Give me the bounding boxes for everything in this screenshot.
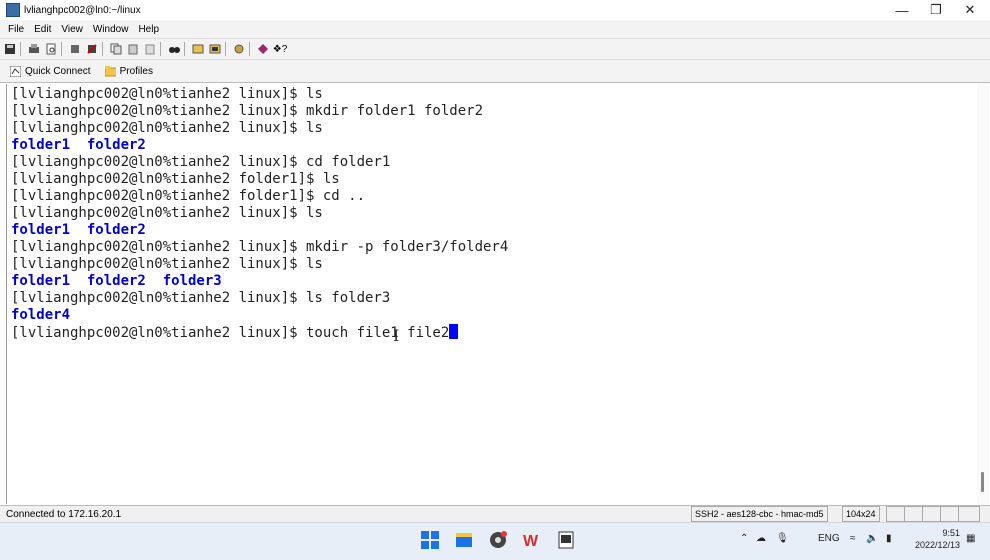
terminal-line: [lvlianghpc002@ln0%tianhe2 folder1]$ ls xyxy=(11,171,340,187)
window-title: lvlianghpc002@ln0:~/linux xyxy=(24,4,141,16)
show-hidden-icons-icon[interactable]: ⌃ xyxy=(740,533,748,544)
maximize-button[interactable]: ❐ xyxy=(918,0,954,20)
wps-office-icon[interactable]: W xyxy=(522,530,542,550)
toolbar-separator xyxy=(184,42,185,56)
menu-file[interactable]: File xyxy=(8,24,24,35)
securecrt-app-icon xyxy=(6,3,20,17)
close-button[interactable]: ✕ xyxy=(952,0,988,20)
sftp-icon[interactable] xyxy=(191,42,205,56)
terminal-cursor xyxy=(449,324,459,339)
volume-icon[interactable]: 🔈 xyxy=(866,533,878,544)
profiles-label: Profiles xyxy=(119,65,153,77)
svg-text:W: W xyxy=(523,533,539,550)
terminal-line: [lvlianghpc002@ln0%tianhe2 linux]$ ls xyxy=(11,86,323,102)
status-cell xyxy=(958,506,980,522)
toolbar-separator xyxy=(160,42,161,56)
save-icon[interactable] xyxy=(3,42,17,56)
print-preview-icon[interactable] xyxy=(44,42,58,56)
text-cursor-icon: I xyxy=(393,326,400,345)
battery-icon[interactable]: ▮ xyxy=(886,533,892,544)
terminal-line: [lvlianghpc002@ln0%tianhe2 linux]$ ls xyxy=(11,256,323,272)
terminal-line: [lvlianghpc002@ln0%tianhe2 linux]$ ls xyxy=(11,120,323,136)
clock[interactable]: 9:51 2022/12/13 xyxy=(910,527,960,551)
cipher-status: SSH2 - aes128-cbc - hmac-md5 xyxy=(691,506,828,522)
terminal-line: [lvlianghpc002@ln0%tianhe2 linux]$ cd fo… xyxy=(11,154,391,170)
minimize-button[interactable]: — xyxy=(884,0,920,20)
securecrt-taskbar-icon[interactable] xyxy=(556,530,576,550)
toolbar-separator xyxy=(61,42,62,56)
folder-icon xyxy=(104,65,116,76)
find-icon[interactable] xyxy=(167,42,181,56)
terminal-command: [lvlianghpc002@ln0%tianhe2 linux]$ touch… xyxy=(11,325,450,341)
terminal-output-dirs: folder4 xyxy=(11,307,71,323)
clock-time: 9:51 xyxy=(942,528,960,538)
terminal-output-dirs: folder1 folder2 xyxy=(11,222,146,238)
session-icon[interactable] xyxy=(208,42,222,56)
quick-bar: Quick Connect Profiles xyxy=(0,60,990,83)
disconnect-icon[interactable] xyxy=(85,42,99,56)
quick-connect-icon xyxy=(10,65,21,77)
print-icon[interactable] xyxy=(27,42,41,56)
terminal-line: [lvlianghpc002@ln0%tianhe2 folder1]$ cd … xyxy=(11,188,366,204)
file-explorer-icon[interactable] xyxy=(454,530,474,550)
menu-view[interactable]: View xyxy=(61,24,83,35)
wifi-icon[interactable]: ≈ xyxy=(850,533,856,544)
options-icon[interactable] xyxy=(232,42,246,56)
copy-icon[interactable] xyxy=(109,42,123,56)
profiles-button[interactable]: Profiles xyxy=(101,65,157,77)
windows-start-icon[interactable] xyxy=(420,530,440,550)
terminal-line: [lvlianghpc002@ln0%tianhe2 linux]$ ls xyxy=(11,205,323,221)
menu-window[interactable]: Window xyxy=(93,24,129,35)
terminal-area[interactable]: [lvlianghpc002@ln0%tianhe2 linux]$ ls [l… xyxy=(6,84,977,504)
clock-date: 2022/12/13 xyxy=(914,540,960,550)
copy-paste-icon[interactable] xyxy=(143,42,157,56)
toolbar-separator xyxy=(20,42,21,56)
paste-icon[interactable] xyxy=(126,42,140,56)
toolbar: ❖? xyxy=(0,39,990,60)
title-bar: lvlianghpc002@ln0:~/linux xyxy=(0,0,990,20)
chrome-icon[interactable] xyxy=(488,530,508,550)
toolbar-separator xyxy=(102,42,103,56)
terminal-size-status: 104x24 xyxy=(842,506,880,522)
toolbar-separator xyxy=(249,42,250,56)
terminal-line: [lvlianghpc002@ln0%tianhe2 linux]$ mkdir… xyxy=(11,239,509,255)
terminal-line: [lvlianghpc002@ln0%tianhe2 linux]$ ls fo… xyxy=(11,290,391,306)
language-indicator[interactable]: ENG xyxy=(818,533,840,544)
toolbar-separator xyxy=(225,42,226,56)
quick-connect-button[interactable]: Quick Connect xyxy=(6,65,95,77)
scrollbar-thumb[interactable] xyxy=(981,472,984,492)
connect-icon[interactable] xyxy=(68,42,82,56)
terminal-current-line: [lvlianghpc002@ln0%tianhe2 linux]$ touch… xyxy=(7,324,977,341)
onedrive-icon[interactable]: ☁ xyxy=(756,533,766,544)
quick-connect-label: Quick Connect xyxy=(25,65,91,77)
notification-icon[interactable]: ▦ xyxy=(966,533,975,544)
help-icon[interactable]: ❖? xyxy=(273,42,288,56)
menu-edit[interactable]: Edit xyxy=(34,24,51,35)
connection-status: Connected to 172.16.20.1 xyxy=(6,509,122,520)
menu-help[interactable]: Help xyxy=(138,24,159,35)
keymap-icon[interactable] xyxy=(256,42,270,56)
microphone-icon[interactable]: 🎙 xyxy=(776,533,789,544)
terminal-scrollbar[interactable] xyxy=(977,84,989,504)
terminal-output-dirs: folder1 folder2 folder3 xyxy=(11,273,222,289)
terminal-line: [lvlianghpc002@ln0%tianhe2 linux]$ mkdir… xyxy=(11,103,484,119)
terminal-output-dirs: folder1 folder2 xyxy=(11,137,146,153)
menu-bar: File Edit View Window Help xyxy=(0,20,990,39)
